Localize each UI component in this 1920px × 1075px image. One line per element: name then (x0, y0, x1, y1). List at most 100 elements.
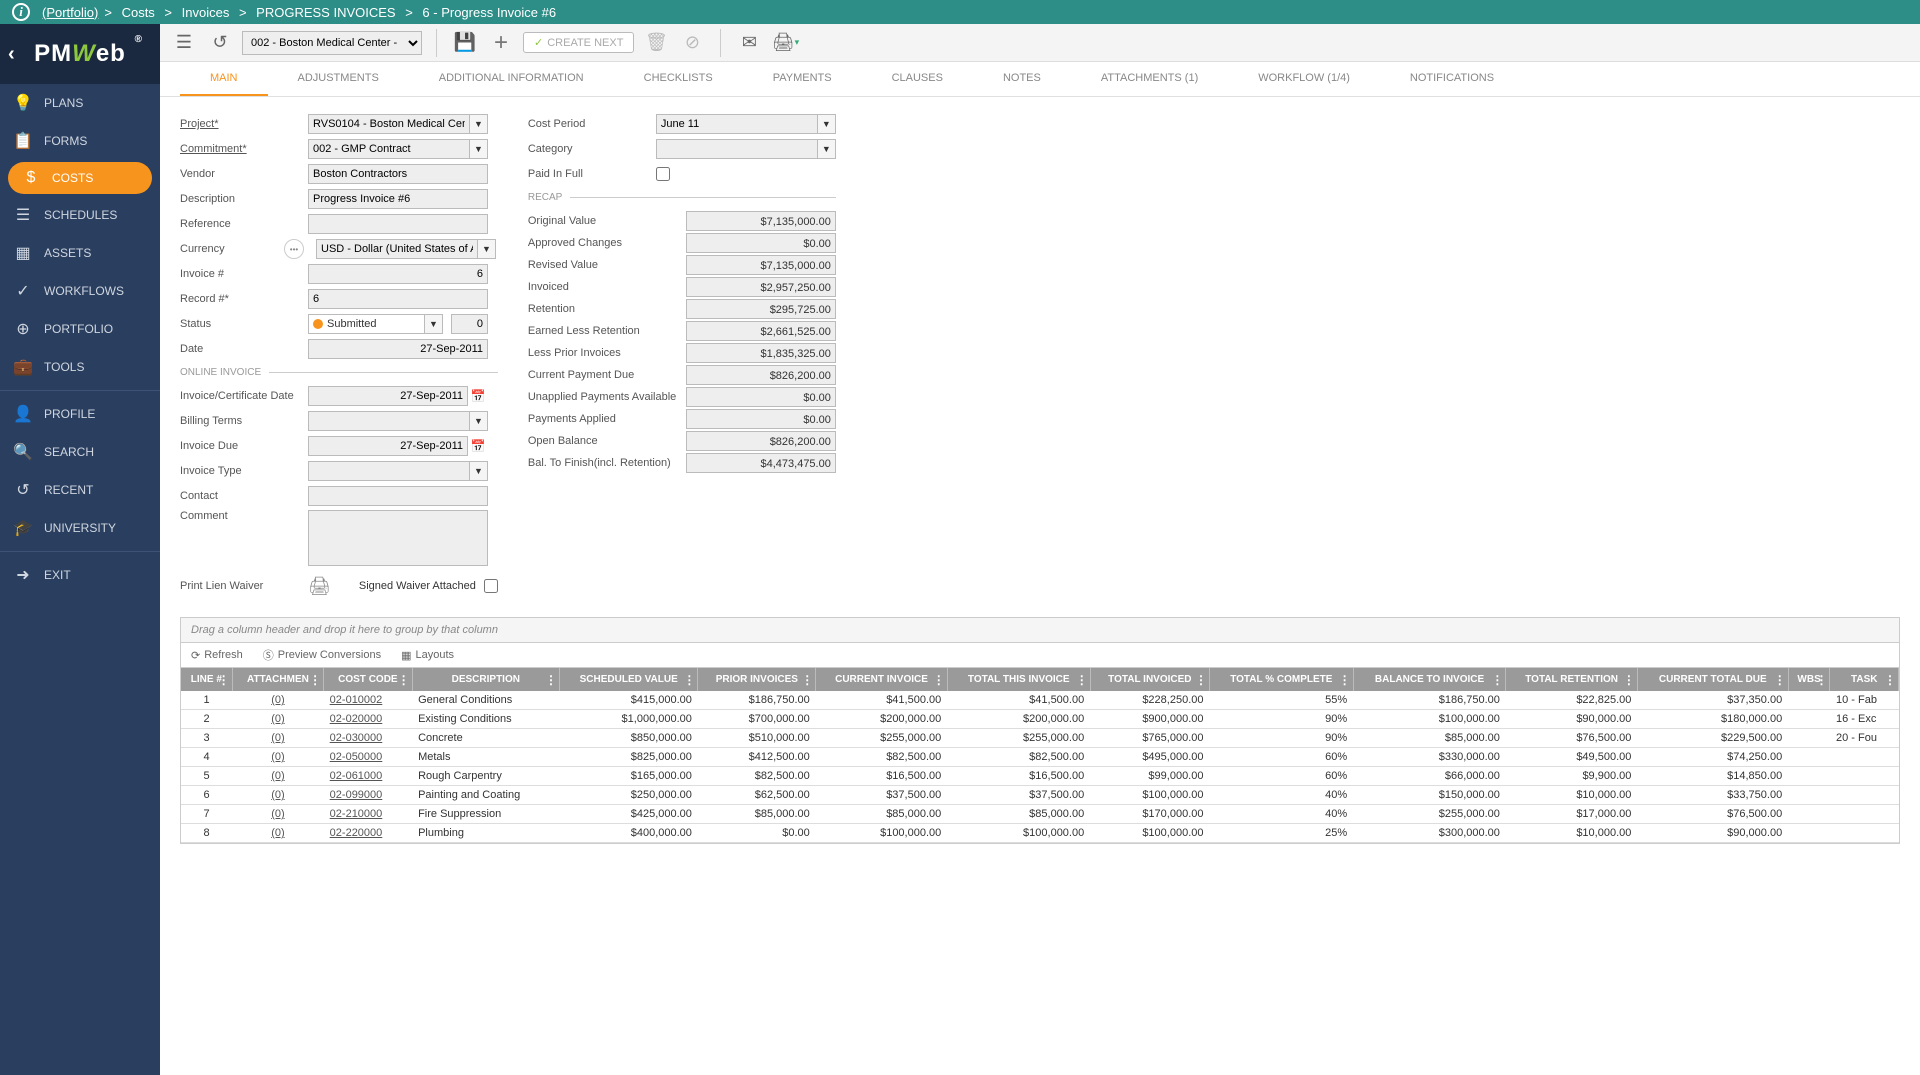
sidebar-item-tools[interactable]: 💼TOOLS (0, 348, 160, 386)
cost-code-link[interactable]: 02-030000 (330, 732, 383, 744)
delete-icon[interactable]: 🗑 (642, 29, 670, 57)
list-icon[interactable]: ☰ (170, 29, 198, 57)
column-header[interactable]: LINE #⋮ (181, 668, 232, 691)
email-icon[interactable]: ✉ (735, 29, 763, 57)
attachment-link[interactable]: (0) (271, 789, 284, 801)
column-menu-icon[interactable]: ⋮ (683, 673, 695, 687)
column-header[interactable]: SCHEDULED VALUE⋮ (560, 668, 698, 691)
sidebar-item-schedules[interactable]: ☰SCHEDULES (0, 196, 160, 234)
cost-code-link[interactable]: 02-220000 (330, 827, 383, 839)
project-dropdown[interactable]: 002 - Boston Medical Center - Bosto (242, 31, 422, 55)
column-menu-icon[interactable]: ⋮ (1076, 673, 1088, 687)
sidebar-item-forms[interactable]: 📋FORMS (0, 122, 160, 160)
tab-workflow-[interactable]: WORKFLOW (1/4) (1228, 62, 1380, 96)
column-header[interactable]: ATTACHMEN⋮ (232, 668, 324, 691)
breadcrumb-item[interactable]: Invoices (182, 5, 230, 20)
sidebar-item-exit[interactable]: ➜ EXIT (0, 556, 160, 594)
currency-select[interactable]: ▼ (316, 239, 496, 259)
table-row[interactable]: 2 (0) 02-020000 Existing Conditions $1,0… (181, 710, 1899, 729)
column-header[interactable]: PRIOR INVOICES⋮ (698, 668, 816, 691)
breadcrumb-item[interactable]: 6 - Progress Invoice #6 (422, 5, 556, 20)
print-lien-icon[interactable]: 🖨 (308, 576, 331, 597)
info-icon[interactable]: i (12, 3, 30, 21)
attachment-link[interactable]: (0) (271, 770, 284, 782)
column-header[interactable]: CURRENT INVOICE⋮ (816, 668, 947, 691)
column-menu-icon[interactable]: ⋮ (218, 673, 230, 687)
column-header[interactable]: WBS⋮ (1788, 668, 1830, 691)
column-header[interactable]: BALANCE TO INVOICE⋮ (1353, 668, 1506, 691)
sidebar-item-assets[interactable]: ▦ASSETS (0, 234, 160, 272)
commitment-label[interactable]: Commitment* (180, 143, 300, 155)
invoice-type-select[interactable]: ▼ (308, 461, 488, 481)
breadcrumb-item[interactable]: PROGRESS INVOICES (256, 5, 395, 20)
sidebar-item-portfolio[interactable]: ⊕PORTFOLIO (0, 310, 160, 348)
paid-in-full-checkbox[interactable] (656, 167, 670, 181)
table-row[interactable]: 3 (0) 02-030000 Concrete $850,000.00$510… (181, 729, 1899, 748)
print-icon[interactable]: 🖨▾ (771, 29, 799, 57)
tab-notes[interactable]: NOTES (973, 62, 1071, 96)
create-next-button[interactable]: ✓CREATE NEXT (523, 32, 634, 53)
layouts-button[interactable]: ▦Layouts (401, 649, 454, 662)
record-num-input[interactable] (308, 289, 488, 309)
billing-terms-select[interactable]: ▼ (308, 411, 488, 431)
cost-code-link[interactable]: 02-210000 (330, 808, 383, 820)
cost-period-select[interactable]: ▼ (656, 114, 836, 134)
tab-checklists[interactable]: CHECKLISTS (614, 62, 743, 96)
cost-code-link[interactable]: 02-050000 (330, 751, 383, 763)
tab-notifications[interactable]: NOTIFICATIONS (1380, 62, 1524, 96)
cancel-icon[interactable]: ⊘ (678, 29, 706, 57)
column-menu-icon[interactable]: ⋮ (933, 673, 945, 687)
commitment-select[interactable]: ▼ (308, 139, 488, 159)
table-row[interactable]: 7 (0) 02-210000 Fire Suppression $425,00… (181, 805, 1899, 824)
column-menu-icon[interactable]: ⋮ (398, 673, 410, 687)
attachment-link[interactable]: (0) (271, 713, 284, 725)
column-menu-icon[interactable]: ⋮ (1884, 673, 1896, 687)
cost-code-link[interactable]: 02-099000 (330, 789, 383, 801)
column-header[interactable]: DESCRIPTION⋮ (412, 668, 559, 691)
column-menu-icon[interactable]: ⋮ (545, 673, 557, 687)
column-header[interactable]: CURRENT TOTAL DUE⋮ (1637, 668, 1788, 691)
sidebar-item-costs[interactable]: $COSTS (8, 162, 152, 194)
sidebar-item-search[interactable]: 🔍SEARCH (0, 433, 160, 471)
sidebar-item-recent[interactable]: ↺RECENT (0, 471, 160, 509)
add-icon[interactable]: + (487, 29, 515, 57)
table-row[interactable]: 8 (0) 02-220000 Plumbing $400,000.00$0.0… (181, 824, 1899, 843)
column-header[interactable]: TOTAL RETENTION⋮ (1506, 668, 1637, 691)
save-icon[interactable]: 💾 (451, 29, 479, 57)
contact-input[interactable] (308, 486, 488, 506)
invoice-due-input[interactable]: 📅 (308, 436, 488, 456)
attachment-link[interactable]: (0) (271, 694, 284, 706)
column-menu-icon[interactable]: ⋮ (1491, 673, 1503, 687)
column-menu-icon[interactable]: ⋮ (309, 673, 321, 687)
project-select[interactable]: ▼ (308, 114, 488, 134)
signed-waiver-checkbox[interactable] (484, 579, 498, 593)
invoice-num-input[interactable] (308, 264, 488, 284)
cost-code-link[interactable]: 02-061000 (330, 770, 383, 782)
preview-button[interactable]: ⓈPreview Conversions (263, 647, 381, 663)
sidebar-item-university[interactable]: 🎓UNIVERSITY (0, 509, 160, 547)
tab-additional-information[interactable]: ADDITIONAL INFORMATION (409, 62, 614, 96)
cost-code-link[interactable]: 02-010002 (330, 694, 383, 706)
sidebar-item-plans[interactable]: 💡PLANS (0, 84, 160, 122)
attachment-link[interactable]: (0) (271, 827, 284, 839)
refresh-button[interactable]: ⟳Refresh (191, 649, 243, 662)
reference-input[interactable] (308, 214, 488, 234)
table-row[interactable]: 4 (0) 02-050000 Metals $825,000.00$412,5… (181, 748, 1899, 767)
column-menu-icon[interactable]: ⋮ (1195, 673, 1207, 687)
calendar-icon[interactable]: 📅 (468, 436, 488, 456)
category-select[interactable]: ▼ (656, 139, 836, 159)
column-menu-icon[interactable]: ⋮ (1623, 673, 1635, 687)
column-header[interactable]: TOTAL INVOICED⋮ (1090, 668, 1209, 691)
column-header[interactable]: TASK⋮ (1830, 668, 1899, 691)
table-row[interactable]: 6 (0) 02-099000 Painting and Coating $25… (181, 786, 1899, 805)
column-menu-icon[interactable]: ⋮ (1815, 673, 1827, 687)
attachment-link[interactable]: (0) (271, 732, 284, 744)
project-label[interactable]: Project* (180, 118, 300, 130)
description-input[interactable] (308, 189, 488, 209)
column-header[interactable]: TOTAL THIS INVOICE⋮ (947, 668, 1090, 691)
attachment-link[interactable]: (0) (271, 751, 284, 763)
sidebar-item-workflows[interactable]: ✓WORKFLOWS (0, 272, 160, 310)
collapse-sidebar-icon[interactable]: ‹ (8, 43, 15, 66)
tab-adjustments[interactable]: ADJUSTMENTS (268, 62, 409, 96)
status-select[interactable]: Submitted ▼ (308, 314, 443, 334)
